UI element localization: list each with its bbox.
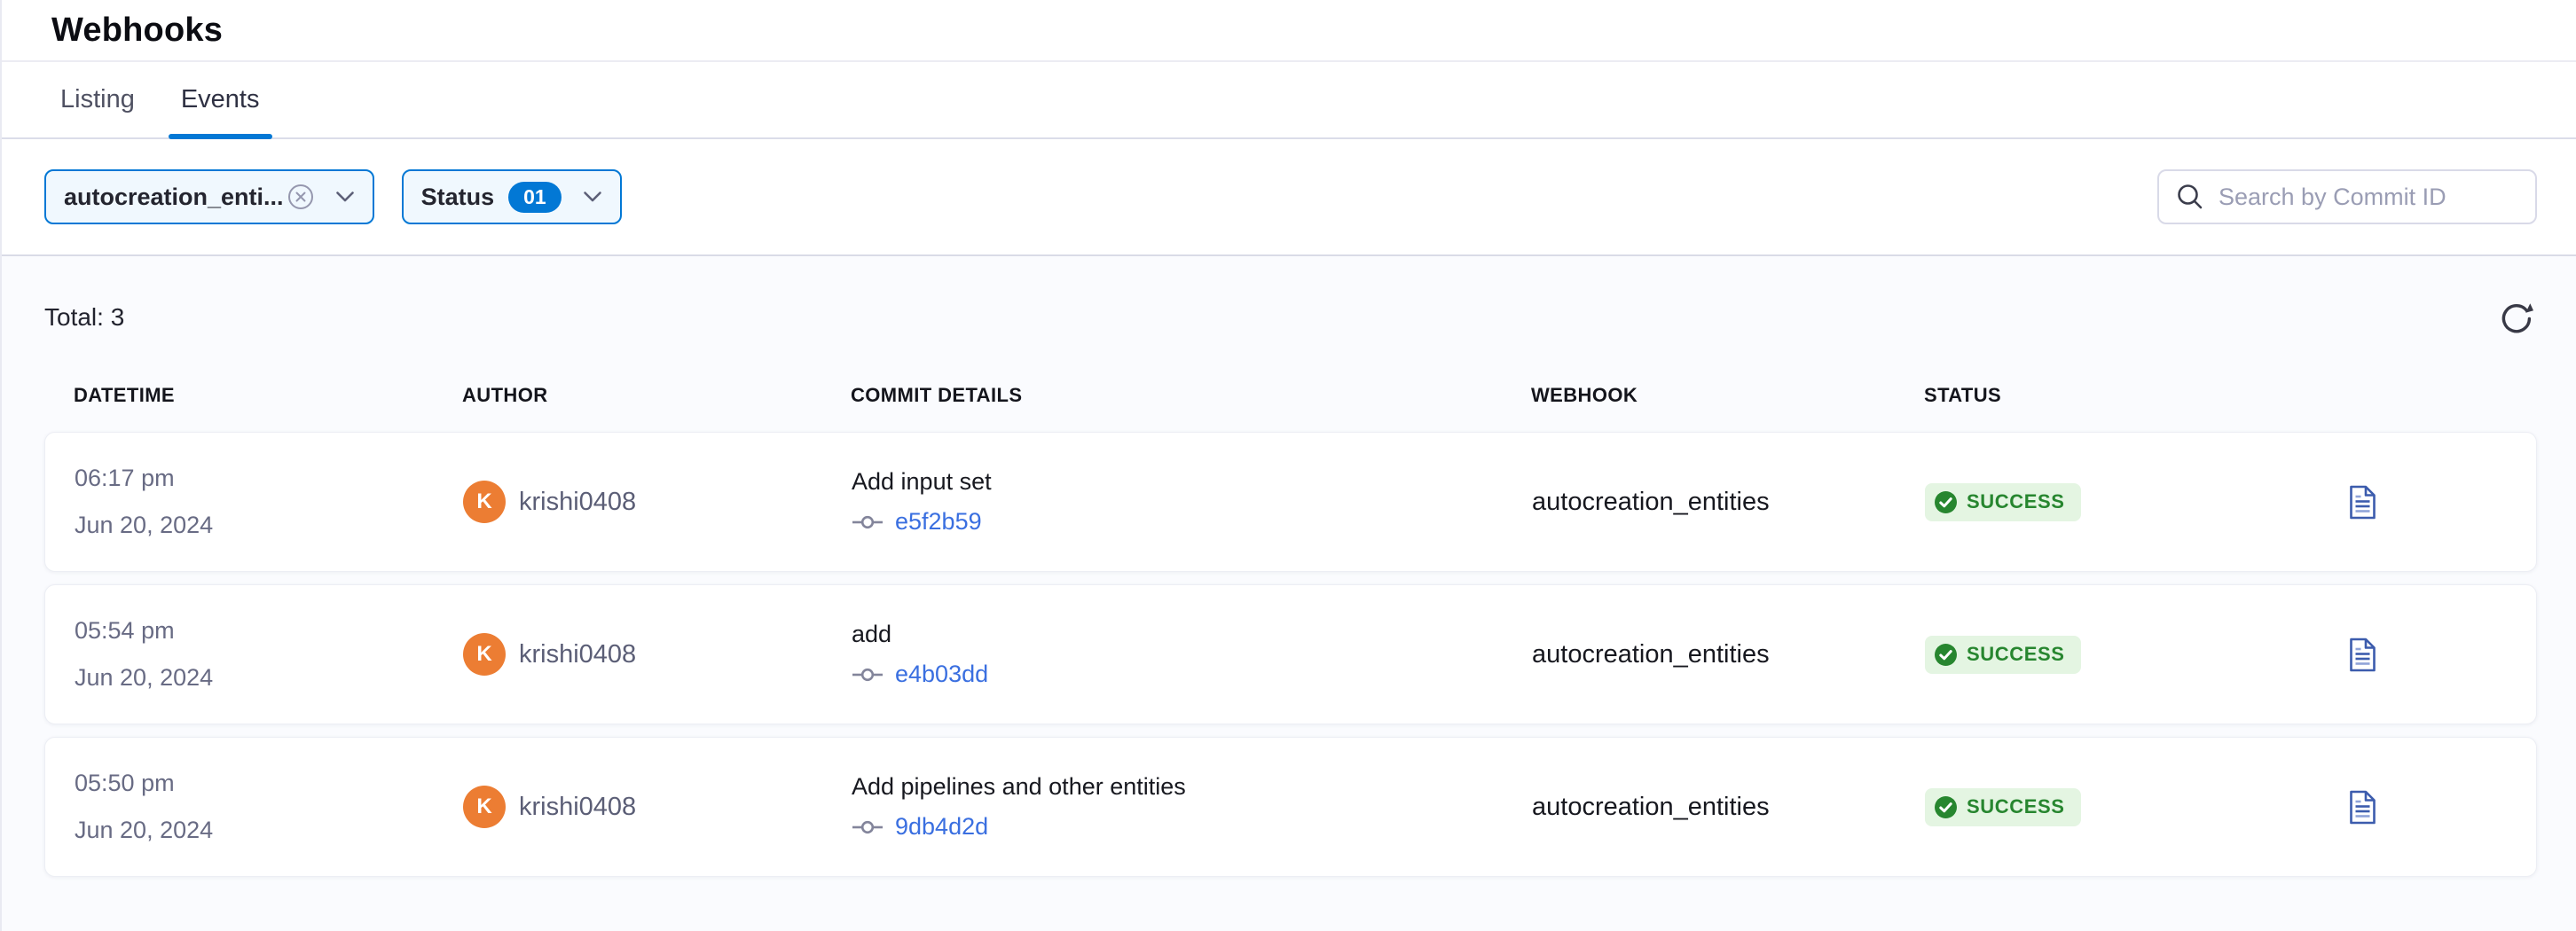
status-cell: SUCCESS <box>1925 788 2349 826</box>
table-row[interactable]: 05:54 pm Jun 20, 2024 K krishi0408 add e… <box>44 584 2537 724</box>
title-bar: Webhooks <box>2 0 2576 62</box>
table-header-row: DATETIME AUTHOR COMMIT DETAILS WEBHOOK S… <box>44 384 2537 407</box>
datetime-cell: 05:54 pm Jun 20, 2024 <box>75 607 463 701</box>
search-icon <box>2175 182 2205 212</box>
search-input[interactable] <box>2219 184 2533 211</box>
commit-details-cell: add e4b03dd <box>852 621 1532 688</box>
commit-id-link[interactable]: e4b03dd <box>895 661 988 688</box>
tab-listing-label: Listing <box>60 85 135 114</box>
column-header-webhook: WEBHOOK <box>1531 384 1924 407</box>
commit-icon <box>852 514 884 530</box>
avatar: K <box>463 633 506 676</box>
payload-document-icon[interactable] <box>2349 485 2376 520</box>
remove-filter-icon[interactable] <box>287 184 314 210</box>
commit-message: Add pipelines and other entities <box>852 773 1532 801</box>
webhook-name: autocreation_entities <box>1532 793 1925 822</box>
status-cell: SUCCESS <box>1925 483 2349 521</box>
webhook-name: autocreation_entities <box>1532 640 1925 669</box>
filter-bar: autocreation_enti... Status 01 <box>2 139 2576 256</box>
table-row[interactable]: 06:17 pm Jun 20, 2024 K krishi0408 Add i… <box>44 432 2537 572</box>
tab-listing[interactable]: Listing <box>48 62 147 137</box>
datetime-cell: 05:50 pm Jun 20, 2024 <box>75 760 463 854</box>
commit-id-link[interactable]: e5f2b59 <box>895 508 982 536</box>
status-badge: SUCCESS <box>1925 483 2081 521</box>
author-name: krishi0408 <box>519 793 636 822</box>
event-time: 05:54 pm <box>75 607 463 654</box>
author-cell: K krishi0408 <box>463 481 852 523</box>
status-filter-label: Status <box>421 184 495 211</box>
status-filter-count-badge: 01 <box>508 182 562 213</box>
event-date: Jun 20, 2024 <box>75 654 463 701</box>
webhook-filter-chip[interactable]: autocreation_enti... <box>44 169 374 224</box>
commit-message: add <box>852 621 1532 648</box>
tab-bar: Listing Events <box>2 62 2576 139</box>
search-box <box>2157 169 2537 224</box>
event-date: Jun 20, 2024 <box>75 807 463 854</box>
author-name: krishi0408 <box>519 640 636 669</box>
commit-details-cell: Add pipelines and other entities 9db4d2d <box>852 773 1532 841</box>
webhook-filter-label: autocreation_enti... <box>64 184 284 211</box>
status-label: SUCCESS <box>1967 643 2065 666</box>
author-cell: K krishi0408 <box>463 633 852 676</box>
author-cell: K krishi0408 <box>463 786 852 828</box>
datetime-cell: 06:17 pm Jun 20, 2024 <box>75 455 463 549</box>
commit-details-cell: Add input set e5f2b59 <box>852 468 1532 536</box>
chevron-down-icon[interactable] <box>335 191 355 203</box>
tab-events[interactable]: Events <box>169 62 272 137</box>
commit-icon <box>852 819 884 835</box>
event-date: Jun 20, 2024 <box>75 502 463 549</box>
status-cell: SUCCESS <box>1925 636 2349 674</box>
status-label: SUCCESS <box>1967 795 2065 818</box>
chevron-down-icon[interactable] <box>583 191 602 203</box>
avatar: K <box>463 481 506 523</box>
commit-icon <box>852 667 884 683</box>
column-header-author: AUTHOR <box>462 384 851 407</box>
status-filter-chip[interactable]: Status 01 <box>402 169 622 224</box>
webhook-name: autocreation_entities <box>1532 488 1925 517</box>
total-bar: Total: 3 <box>2 256 2576 338</box>
commit-message: Add input set <box>852 468 1532 496</box>
status-label: SUCCESS <box>1967 490 2065 513</box>
author-name: krishi0408 <box>519 488 636 517</box>
status-badge: SUCCESS <box>1925 636 2081 674</box>
check-circle-icon <box>1934 490 1958 514</box>
payload-document-icon[interactable] <box>2349 638 2376 672</box>
total-count-label: Total: 3 <box>44 303 124 332</box>
refresh-button[interactable] <box>2496 297 2537 338</box>
check-circle-icon <box>1934 795 1958 819</box>
avatar: K <box>463 786 506 828</box>
column-header-datetime: DATETIME <box>74 384 462 407</box>
column-header-commit-details: COMMIT DETAILS <box>851 384 1531 407</box>
check-circle-icon <box>1934 643 1958 667</box>
column-header-status: STATUS <box>1924 384 2348 407</box>
status-badge: SUCCESS <box>1925 788 2081 826</box>
event-time: 06:17 pm <box>75 455 463 502</box>
refresh-icon <box>2496 297 2537 338</box>
page-title: Webhooks <box>51 12 223 50</box>
event-time: 05:50 pm <box>75 760 463 807</box>
table-row[interactable]: 05:50 pm Jun 20, 2024 K krishi0408 Add p… <box>44 737 2537 877</box>
payload-document-icon[interactable] <box>2349 790 2376 825</box>
tab-events-label: Events <box>181 85 260 114</box>
commit-id-link[interactable]: 9db4d2d <box>895 813 988 841</box>
